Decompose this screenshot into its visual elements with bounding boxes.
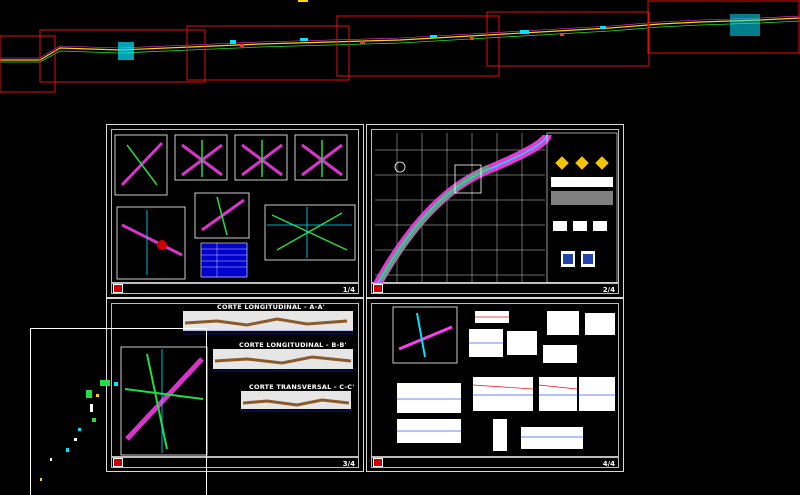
sheet-1-drawings <box>114 134 356 280</box>
overlay-scattered-details <box>40 380 118 481</box>
sheet-2-logo <box>373 284 383 293</box>
sheet-4[interactable]: 4/4 <box>366 298 624 472</box>
sheet-3-number: 3/4 <box>342 460 355 468</box>
sheet-1-number: 1/4 <box>342 286 355 294</box>
sheet-4-drawings <box>392 306 615 451</box>
sheet-2[interactable]: 2/4 <box>366 124 624 298</box>
sheet-4-titleblock <box>371 457 619 468</box>
sheet-2-drawings <box>373 132 618 288</box>
sheet-2-titleblock <box>371 283 619 294</box>
sheet-1[interactable]: 1/4 <box>106 124 364 298</box>
curved-road <box>373 133 552 288</box>
sheet-2-number: 2/4 <box>602 286 615 294</box>
road-alignment-strip <box>0 0 800 93</box>
sheet-4-logo <box>373 458 383 467</box>
sheet-4-number: 4/4 <box>602 460 615 468</box>
sheet-1-titleblock <box>111 283 359 294</box>
sheet-1-logo <box>113 284 123 293</box>
